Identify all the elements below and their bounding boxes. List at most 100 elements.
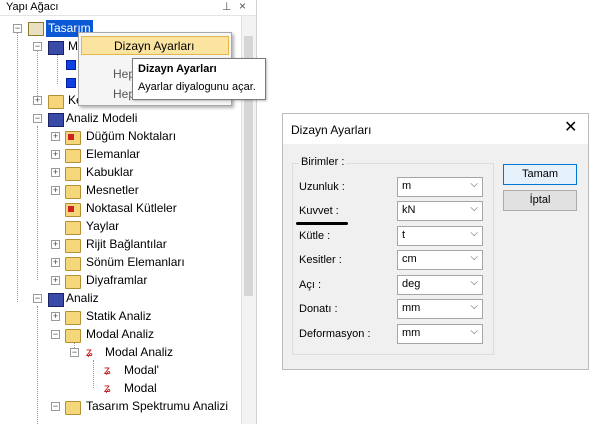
kuvvet-select[interactable]: kN ⌵ <box>397 201 483 221</box>
select-value: cm <box>402 253 417 265</box>
tree-label: Yaylar <box>86 219 120 233</box>
uzunluk-select[interactable]: m ⌵ <box>397 177 483 197</box>
annotation-underline <box>296 222 348 225</box>
dialog-title: Dizayn Ayarları <box>291 123 372 137</box>
expand-icon[interactable]: + <box>51 240 60 249</box>
expand-icon[interactable]: + <box>51 186 60 195</box>
cancel-button[interactable]: İptal <box>503 190 577 211</box>
tree-line <box>37 126 38 280</box>
model-icon <box>48 113 64 127</box>
chevron-down-icon: ⌵ <box>470 277 478 288</box>
tree-label: Mesnetler <box>86 183 139 197</box>
select-value: deg <box>402 278 421 290</box>
panel-header: Yapı Ağacı ⊥ × <box>0 0 256 16</box>
label-deformasyon: Deformasyon : <box>299 328 371 340</box>
folder-icon <box>65 167 81 181</box>
folder-icon <box>65 329 81 343</box>
tree-label: Analiz <box>66 291 99 305</box>
tree-label: Elemanlar <box>86 147 141 161</box>
donati-select[interactable]: mm ⌵ <box>397 299 483 319</box>
folder-icon <box>65 275 81 289</box>
design-icon <box>28 22 44 36</box>
tooltip-title: Dizayn Ayarları <box>138 63 217 75</box>
folder-icon <box>65 221 81 235</box>
tree-label: Kabuklar <box>86 165 134 179</box>
tree-label: Analiz Modeli <box>66 111 138 125</box>
label-kuvvet: Kuvvet : <box>299 205 339 217</box>
close-icon[interactable]: ✕ <box>564 119 577 137</box>
tree-line <box>93 360 94 388</box>
expand-icon[interactable]: + <box>51 276 60 285</box>
tree-line <box>37 48 38 98</box>
collapse-icon[interactable]: − <box>13 24 22 33</box>
collapse-icon[interactable]: − <box>51 402 60 411</box>
tree-label: Noktasal Kütleler <box>86 201 177 215</box>
tree-label: Sönüm Elemanları <box>86 255 185 269</box>
chevron-down-icon: ⌵ <box>470 179 478 190</box>
modal-wave-icon: ʑ <box>104 381 111 395</box>
pin-icon[interactable]: ⊥ <box>222 0 232 13</box>
select-value: mm <box>402 327 421 339</box>
tree-line <box>17 32 18 302</box>
close-icon[interactable]: × <box>239 0 246 13</box>
label-kutle: Kütle : <box>299 230 331 242</box>
tooltip-text: Ayarlar diyalogunu açar. <box>138 81 256 93</box>
select-value: m <box>402 180 412 192</box>
expand-icon[interactable]: + <box>51 132 60 141</box>
select-value: t <box>402 229 406 241</box>
menu-item-label: Dizayn Ayarları <box>114 39 195 53</box>
label-kesitler: Kesitler : <box>299 254 342 266</box>
kutle-select[interactable]: t ⌵ <box>397 226 483 246</box>
blue-square-icon <box>66 60 76 70</box>
collapse-icon[interactable]: − <box>33 294 42 303</box>
dialog-titlebar: Dizayn Ayarları ✕ <box>283 114 588 144</box>
tree-line <box>37 306 38 424</box>
blue-square-icon <box>66 78 76 88</box>
group-title: Birimler : <box>299 156 347 168</box>
ok-button[interactable]: Tamam <box>503 164 577 185</box>
panel-title: Yapı Ağacı <box>6 1 59 13</box>
tree-label: M <box>68 39 78 53</box>
deformasyon-select[interactable]: mm ⌵ <box>397 324 483 344</box>
select-value: kN <box>402 204 416 216</box>
collapse-icon[interactable]: − <box>51 330 60 339</box>
expand-icon[interactable]: + <box>33 96 42 105</box>
collapse-icon[interactable]: − <box>70 348 79 357</box>
modal-wave-icon: ʑ <box>86 345 93 359</box>
aci-select[interactable]: deg ⌵ <box>397 275 483 295</box>
expand-icon[interactable]: + <box>51 312 60 321</box>
folder-icon <box>65 311 81 325</box>
tooltip: Dizayn Ayarları Ayarlar diyalogunu açar. <box>132 58 266 100</box>
tree-label: Modal' <box>124 363 159 377</box>
chevron-down-icon: ⌵ <box>470 326 478 337</box>
chevron-down-icon: ⌵ <box>470 228 478 239</box>
folder-icon <box>65 257 81 271</box>
tree-label: Modal Analiz <box>86 327 155 341</box>
tree-label: Rijit Bağlantılar <box>86 237 167 251</box>
tree-label: Tasarım Spektrumu Analizi <box>86 399 229 413</box>
folder-icon <box>65 203 81 217</box>
collapse-icon[interactable]: − <box>33 114 42 123</box>
tree-label: Diyaframlar <box>86 273 148 287</box>
folder-icon <box>65 131 81 145</box>
design-settings-dialog: Dizayn Ayarları ✕ Birimler : Uzunluk : m… <box>282 113 589 370</box>
folder-icon <box>48 95 64 109</box>
menu-item-dizayn-ayarlari[interactable]: Dizayn Ayarları <box>81 36 229 55</box>
chevron-down-icon: ⌵ <box>470 301 478 312</box>
chevron-down-icon: ⌵ <box>470 203 478 214</box>
tree-label: Modal Analiz <box>105 345 174 359</box>
expand-icon[interactable]: + <box>51 258 60 267</box>
modal-wave-icon: ʑ <box>104 363 111 377</box>
tree-label: Düğüm Noktaları <box>86 129 177 143</box>
label-aci: Açı : <box>299 279 322 291</box>
tree-label: Modal <box>124 381 157 395</box>
folder-icon <box>65 239 81 253</box>
model-icon <box>48 41 64 55</box>
expand-icon[interactable]: + <box>51 168 60 177</box>
expand-icon[interactable]: + <box>51 150 60 159</box>
model-icon <box>48 293 64 307</box>
kesitler-select[interactable]: cm ⌵ <box>397 250 483 270</box>
collapse-icon[interactable]: − <box>33 42 42 51</box>
chevron-down-icon: ⌵ <box>470 252 478 263</box>
select-value: mm <box>402 302 421 314</box>
